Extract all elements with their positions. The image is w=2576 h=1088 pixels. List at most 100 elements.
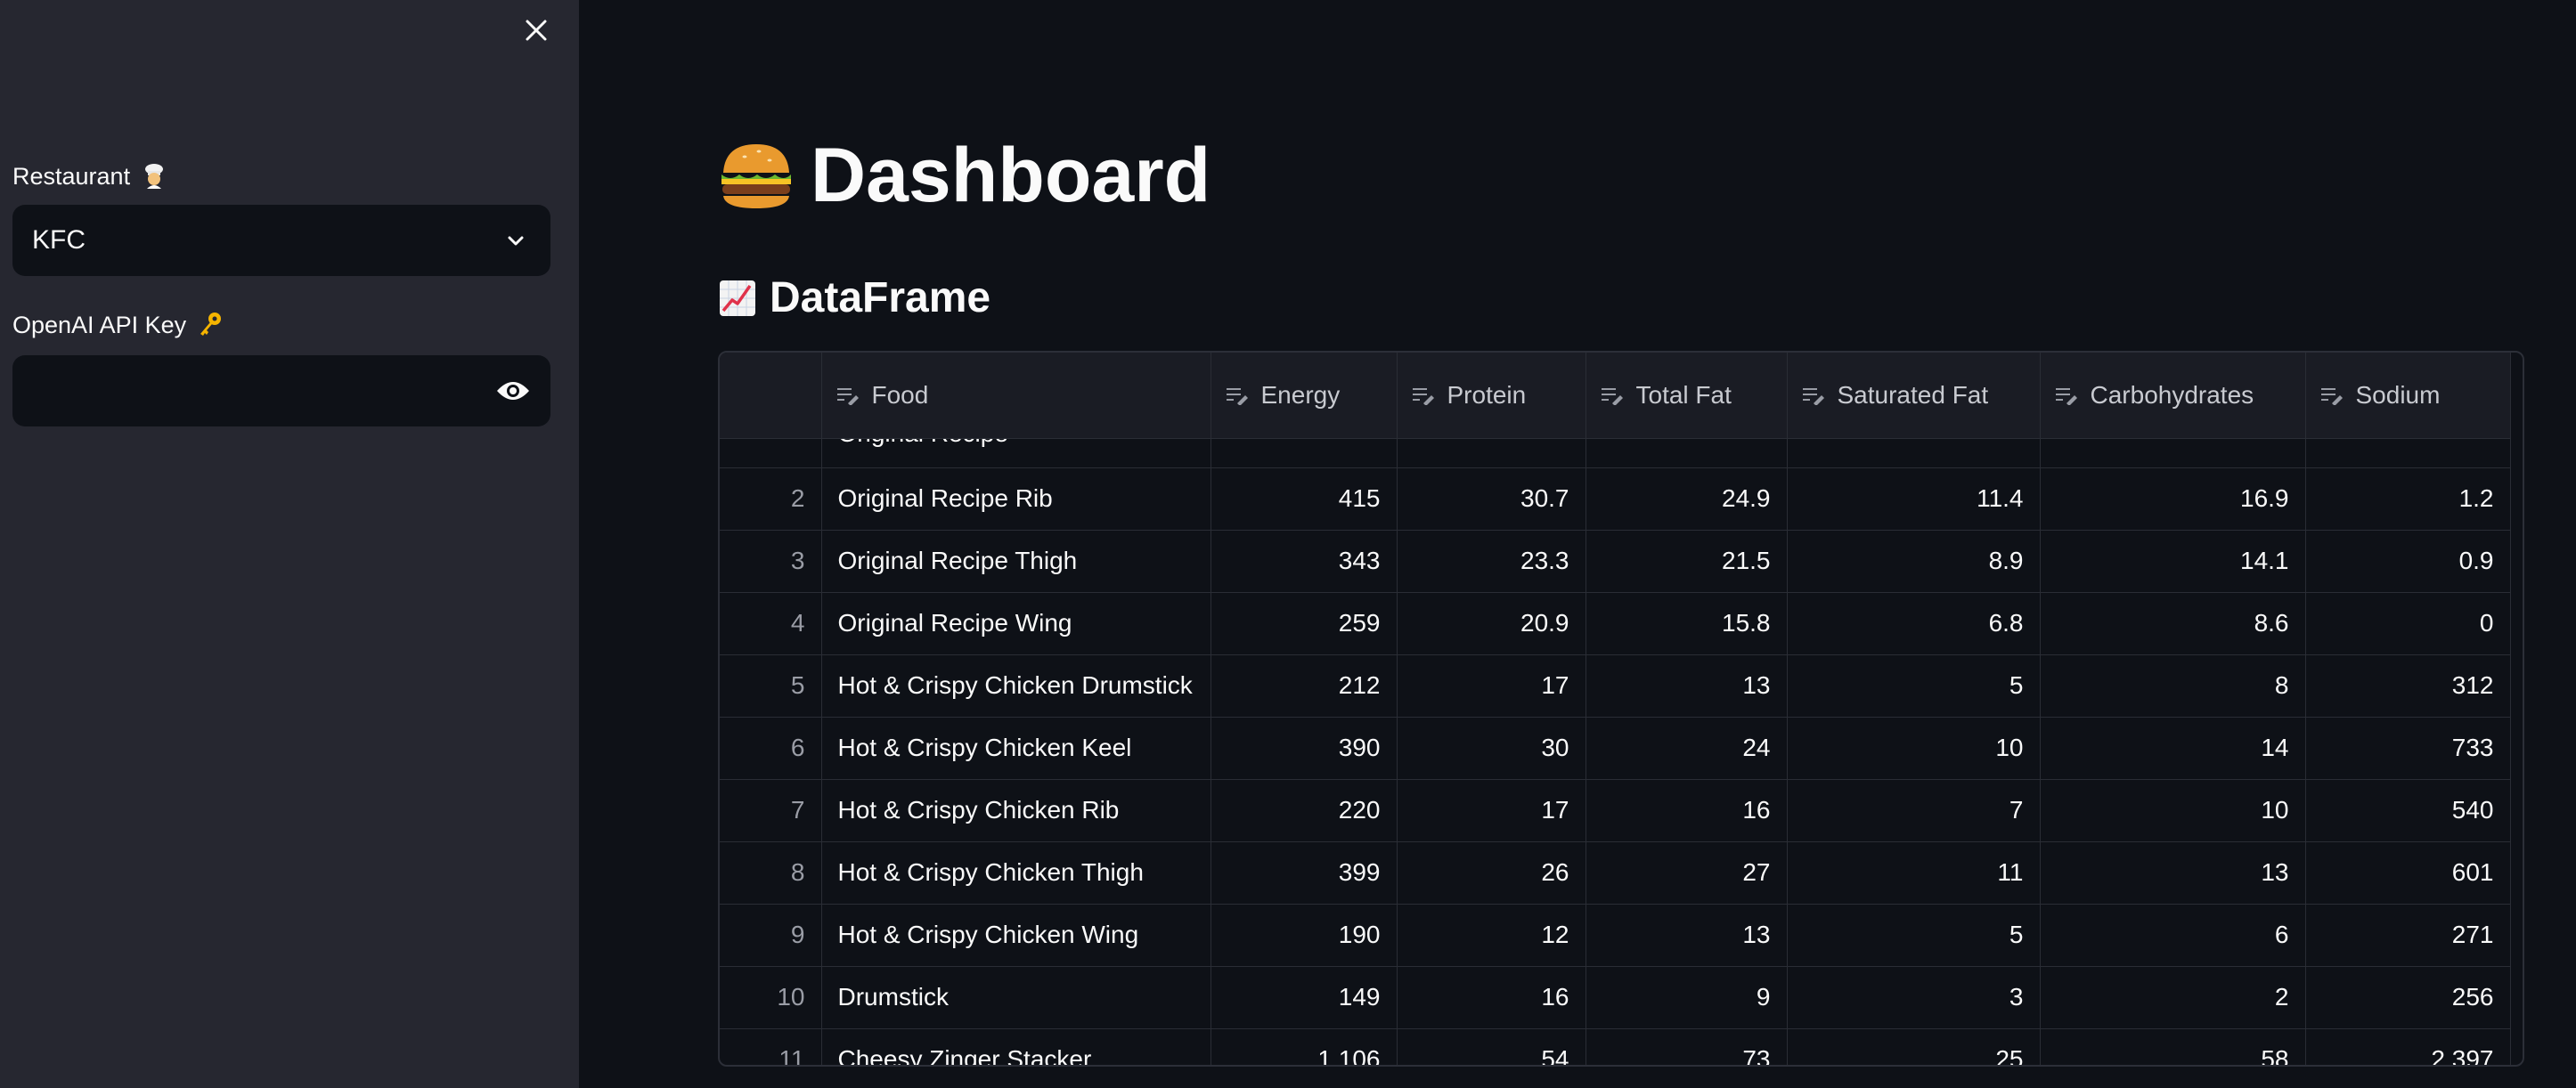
table-row[interactable]: 7 Hot & Crispy Chicken Rib 220 17 16 7 10 540 [720,779,2511,842]
table-cell[interactable]: 13 [2040,841,2306,905]
table-cell[interactable]: 21.5 [1586,530,1788,593]
food-name-cell[interactable]: Hot & Crispy Chicken Wing [821,904,1211,967]
table-cell[interactable]: 3 [1787,966,2041,1029]
table-cell[interactable]: 733 [2305,717,2511,780]
show-password-button[interactable] [476,355,550,426]
table-cell[interactable]: 601 [2305,841,2511,905]
table-cell[interactable]: 30 [1397,717,1586,780]
column-header[interactable]: Total Fat [1586,353,1788,439]
table-cell[interactable]: 6 [2040,904,2306,967]
table-row[interactable]: 11 Cheesy Zinger Stacker 1,106 54 73 25 58 2,39… [720,1028,2511,1065]
column-header[interactable]: Carbohydrates [2040,353,2306,439]
table-cell[interactable]: 2,397 [2305,1028,2511,1065]
table-cell[interactable]: 17 [1397,654,1586,718]
table-row[interactable]: 6 Hot & Crispy Chicken Keel 390 30 24 10 14 733 [720,717,2511,780]
table-cell[interactable]: 30.7 [1397,467,1586,531]
table-cell[interactable]: 0 [2305,592,2511,655]
food-name-cell[interactable]: Hot & Crispy Chicken Rib [821,779,1211,842]
table-cell[interactable]: 2 [2040,966,2306,1029]
table-cell[interactable]: 399 [1211,841,1398,905]
sidebar: Restaurant KFC OpenAI API Key [0,0,579,1088]
table-cell[interactable]: 7 [1787,779,2041,842]
table-cell[interactable]: 5 [1787,654,2041,718]
table-cell[interactable]: 10 [2040,779,2306,842]
api-key-input[interactable] [12,355,476,426]
column-header-label: Saturated Fat [1837,380,1989,409]
food-name-cell[interactable]: Hot & Crispy Chicken Thigh [821,841,1211,905]
table-row[interactable]: 9 Hot & Crispy Chicken Wing 190 12 13 5 6 271 [720,904,2511,967]
table-cell[interactable]: 540 [2305,779,2511,842]
table-cell[interactable]: 25 [1787,1028,2041,1065]
food-name-cell[interactable]: Hot & Crispy Chicken Drumstick [821,654,1211,718]
food-name-cell[interactable]: Original Recipe Rib [821,467,1211,531]
table-cell[interactable]: 220 [1211,779,1398,842]
table-row[interactable]: 2 Original Recipe Rib 415 30.7 24.9 11.4 16.9 1… [720,467,2511,531]
table-cell[interactable]: 12 [1397,904,1586,967]
column-header-label: Energy [1260,380,1341,409]
table-cell[interactable]: 20.9 [1397,592,1586,655]
column-header[interactable]: Sodium [2305,353,2511,439]
restaurant-select[interactable]: KFC [12,205,550,276]
table-cell[interactable]: 17 [1397,779,1586,842]
table-cell[interactable]: 24.9 [1586,467,1788,531]
table-cell[interactable]: 0.9 [2305,530,2511,593]
close-sidebar-button[interactable] [515,9,558,52]
table-cell[interactable]: 390 [1211,717,1398,780]
table-cell[interactable]: 6.8 [1787,592,2041,655]
table-cell[interactable]: 58 [2040,1028,2306,1065]
table-cell[interactable]: 26 [1397,841,1586,905]
table-cell[interactable]: 415 [1211,467,1398,531]
table-row[interactable]: 5 Hot & Crispy Chicken Drumstick 212 17 13 5 8… [720,654,2511,718]
table-cell[interactable]: 23.3 [1397,530,1586,593]
table-row-partial[interactable]: Original Recipe [720,438,2511,468]
table-row[interactable]: 3 Original Recipe Thigh 343 23.3 21.5 8.9 14.1… [720,530,2511,593]
table-cell[interactable]: 10 [1787,717,2041,780]
table-row[interactable]: 4 Original Recipe Wing 259 20.9 15.8 6.8 8.6 0 [720,592,2511,655]
column-header[interactable]: Food [821,353,1211,439]
column-header[interactable]: Energy [1211,353,1398,439]
table-cell[interactable]: 149 [1211,966,1398,1029]
column-header[interactable]: Saturated Fat [1787,353,2041,439]
table-cell[interactable]: 9 [1586,966,1788,1029]
table-cell[interactable]: 312 [2305,654,2511,718]
table-cell[interactable]: 16 [1397,966,1586,1029]
table-cell[interactable]: 54 [1397,1028,1586,1065]
food-name-cell[interactable]: Drumstick [821,966,1211,1029]
food-name-cell[interactable]: Cheesy Zinger Stacker [821,1028,1211,1065]
table-cell[interactable]: 190 [1211,904,1398,967]
table-cell[interactable]: 16.9 [2040,467,2306,531]
table-cell[interactable]: 259 [1211,592,1398,655]
column-header-label: Food [871,380,929,409]
table-cell[interactable]: 13 [1586,654,1788,718]
table-cell[interactable]: 73 [1586,1028,1788,1065]
food-name-cell[interactable]: Original Recipe Thigh [821,530,1211,593]
table-cell[interactable]: 271 [2305,904,2511,967]
table-row[interactable]: 10 Drumstick 149 16 9 3 2 256 [720,966,2511,1029]
table-row[interactable]: 8 Hot & Crispy Chicken Thigh 399 26 27 11 13 60… [720,841,2511,905]
table-cell[interactable]: 343 [1211,530,1398,593]
dataframe-table[interactable]: Food Energy Protein Total Fat Saturated … [718,351,2524,1067]
table-cell[interactable]: 15.8 [1586,592,1788,655]
table-cell[interactable]: 27 [1586,841,1788,905]
table-cell[interactable]: 8.6 [2040,592,2306,655]
row-index-cell: 6 [720,717,822,780]
table-cell[interactable]: 24 [1586,717,1788,780]
table-cell[interactable]: 14.1 [2040,530,2306,593]
table-cell[interactable]: 13 [1586,904,1788,967]
table-cell[interactable]: 1.2 [2305,467,2511,531]
table-cell[interactable]: 8 [2040,654,2306,718]
restaurant-select-value: KFC [32,225,86,255]
food-name-cell[interactable]: Hot & Crispy Chicken Keel [821,717,1211,780]
food-name-cell[interactable]: Original Recipe Wing [821,592,1211,655]
table-cell[interactable]: 14 [2040,717,2306,780]
column-header[interactable]: Protein [1397,353,1586,439]
table-cell[interactable]: 16 [1586,779,1788,842]
table-cell[interactable]: 212 [1211,654,1398,718]
table-cell[interactable]: 11 [1787,841,2041,905]
table-cell[interactable]: 11.4 [1787,467,2041,531]
table-cell[interactable]: 1,106 [1211,1028,1398,1065]
table-cell[interactable]: 8.9 [1787,530,2041,593]
row-index-cell: 8 [720,841,822,905]
table-cell[interactable]: 5 [1787,904,2041,967]
table-cell[interactable]: 256 [2305,966,2511,1029]
